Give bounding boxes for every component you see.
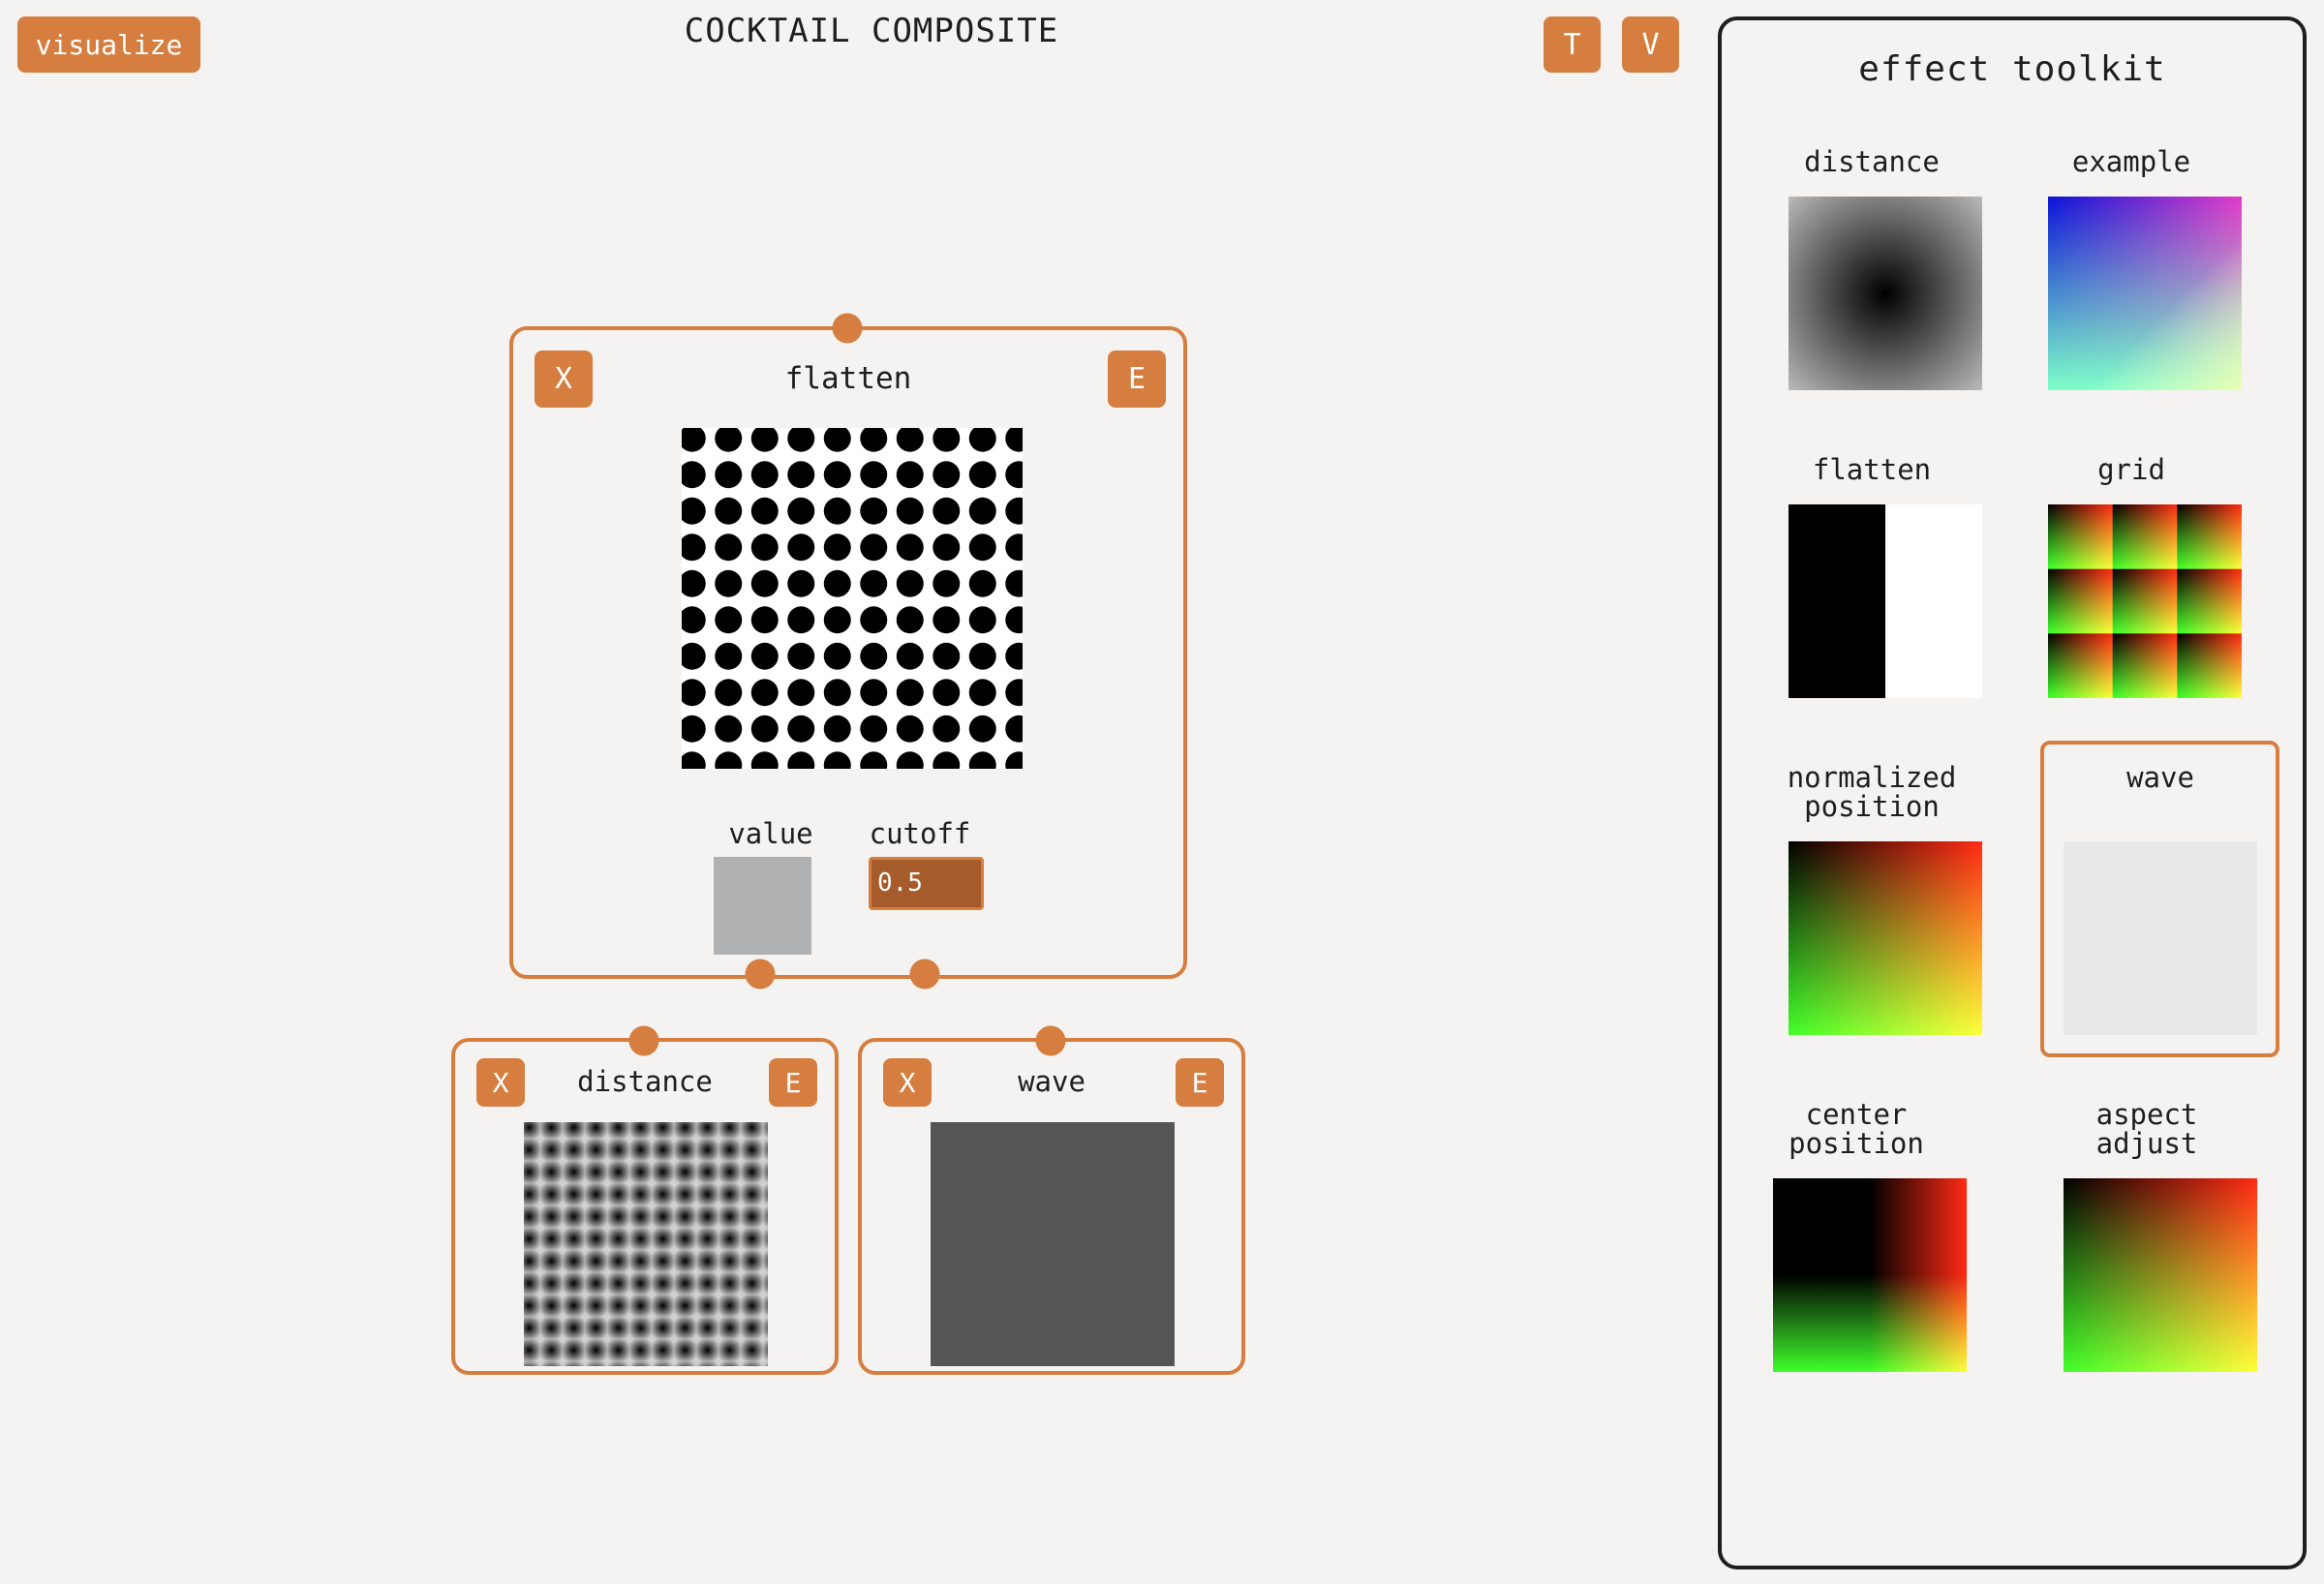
distance-output-port[interactable] bbox=[628, 1025, 659, 1056]
center-position-line2: position bbox=[1789, 1127, 1924, 1160]
wave-preview bbox=[931, 1122, 1175, 1366]
page-title: COCKTAIL COMPOSITE bbox=[684, 12, 1059, 50]
toolkit-item-center-position[interactable] bbox=[1773, 1178, 1967, 1372]
wave-node[interactable]: X wave E bbox=[858, 1038, 1245, 1375]
toolkit-item-example[interactable] bbox=[2048, 197, 2242, 390]
flatten-node[interactable]: X flatten E value cutoff 0.5 bbox=[509, 326, 1187, 979]
toolkit-item-flatten-label: flatten bbox=[1812, 453, 1932, 486]
toolkit-item-aspect-adjust[interactable] bbox=[2064, 1178, 2257, 1372]
toolkit-item-distance[interactable] bbox=[1789, 197, 1982, 390]
aspect-adjust-line2: adjust bbox=[2095, 1127, 2198, 1160]
flatten-value-input-port[interactable] bbox=[745, 959, 776, 990]
flatten-edit-button[interactable]: E bbox=[1108, 350, 1166, 408]
distance-preview bbox=[524, 1122, 768, 1366]
flatten-preview bbox=[682, 428, 1023, 769]
toolkit-item-example-label: example bbox=[2071, 145, 2191, 178]
cutoff-label: cutoff bbox=[869, 817, 971, 850]
toolkit-item-normalized-position[interactable] bbox=[1789, 841, 1982, 1035]
value-swatch[interactable] bbox=[714, 857, 811, 955]
toolkit-item-grid-label: grid bbox=[2097, 453, 2165, 486]
toolkit-item-aspect-adjust-label: aspect adjust bbox=[2040, 1100, 2253, 1158]
flatten-output-port[interactable] bbox=[832, 313, 863, 344]
distance-node[interactable]: X distance E bbox=[451, 1038, 839, 1375]
wave-edit-button[interactable]: E bbox=[1176, 1058, 1224, 1107]
toolkit-title: effect toolkit bbox=[1858, 49, 2166, 89]
t-button[interactable]: T bbox=[1544, 16, 1601, 73]
aspect-adjust-line1: aspect bbox=[2095, 1098, 2198, 1131]
toolkit-item-center-position-label: center position bbox=[1750, 1100, 1963, 1158]
toolkit-item-grid[interactable] bbox=[2048, 504, 2242, 698]
toolkit-item-flatten[interactable] bbox=[1789, 504, 1982, 698]
wave-output-port[interactable] bbox=[1035, 1025, 1066, 1056]
v-button[interactable]: V bbox=[1622, 16, 1679, 73]
toolkit-item-wave[interactable] bbox=[2064, 841, 2257, 1035]
normalized-position-line1: normalized bbox=[1787, 761, 1957, 794]
toolkit-item-normalized-position-label: normalized position bbox=[1765, 763, 1978, 821]
normalized-position-line2: position bbox=[1804, 790, 1940, 823]
cutoff-input[interactable]: 0.5 bbox=[869, 857, 984, 910]
toolkit-item-wave-label: wave bbox=[2126, 761, 2194, 794]
flatten-cutoff-input-port[interactable] bbox=[909, 959, 940, 990]
distance-edit-button[interactable]: E bbox=[769, 1058, 817, 1107]
flatten-node-title: flatten bbox=[784, 361, 912, 396]
effect-toolkit-panel: effect toolkit distance example flatten bbox=[1718, 16, 2307, 1569]
visualize-button[interactable]: visualize bbox=[17, 16, 200, 73]
center-position-line1: center bbox=[1805, 1098, 1908, 1131]
toolkit-item-distance-label: distance bbox=[1804, 145, 1940, 178]
value-label: value bbox=[728, 817, 813, 850]
